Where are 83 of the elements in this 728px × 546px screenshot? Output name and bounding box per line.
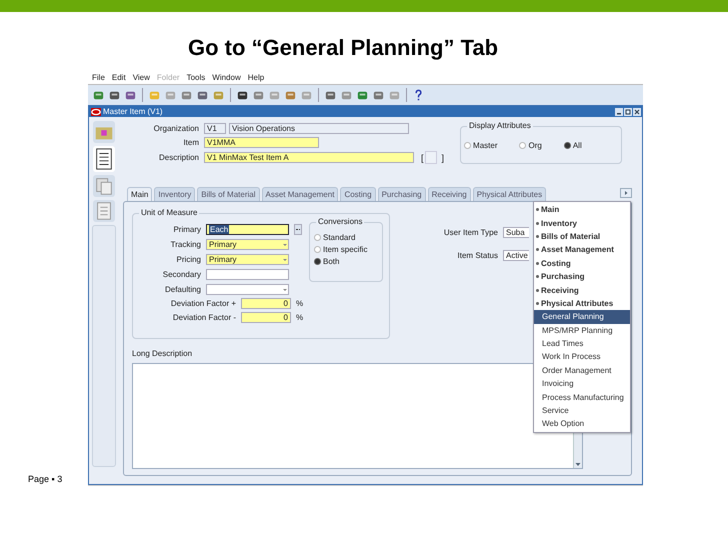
menu-item[interactable]: Inventory xyxy=(534,216,630,230)
list-icon[interactable] xyxy=(93,146,115,172)
menu-item[interactable]: Window xyxy=(212,72,241,82)
menu-item[interactable]: Bills of Material xyxy=(534,230,630,244)
uom-field[interactable] xyxy=(206,284,289,295)
slide-title: Go to “General Planning” Tab xyxy=(188,36,500,60)
tab[interactable]: Main xyxy=(127,187,152,201)
field-label: Secondary xyxy=(162,270,201,279)
unit-label: % xyxy=(296,299,304,308)
description-field[interactable]: V1 MinMax Test Item A xyxy=(204,152,414,163)
menu-item[interactable]: File xyxy=(92,72,105,82)
menu-item[interactable]: Lead Times xyxy=(534,336,630,350)
field-label: Organization xyxy=(152,124,199,133)
page-number: Page ▪ 3 xyxy=(28,474,62,484)
close-icon[interactable] xyxy=(633,108,641,116)
field-label: Item Status xyxy=(456,251,498,260)
field-label: Defaulting xyxy=(164,285,201,294)
menu-item[interactable]: Web Option xyxy=(534,417,630,431)
group-title: Unit of Measure xyxy=(139,208,200,217)
minimize-icon[interactable] xyxy=(615,108,623,116)
tab[interactable]: Physical Attributes xyxy=(472,187,546,201)
radio-option[interactable]: Standard xyxy=(314,233,382,242)
scroll-down-icon[interactable] xyxy=(574,460,582,468)
menu-item[interactable]: Tools xyxy=(186,72,206,82)
radio-option[interactable]: Master xyxy=(464,141,498,150)
deviation-field[interactable]: 0 xyxy=(241,298,291,309)
bracket: [ xyxy=(421,152,424,162)
field-label: Item xyxy=(182,138,199,147)
radio-option[interactable]: Item specific xyxy=(314,245,382,254)
radio-option[interactable]: Org xyxy=(519,141,542,150)
organization-code-field[interactable]: V1 xyxy=(204,123,226,134)
pages-icon[interactable] xyxy=(93,175,115,197)
radio-option[interactable]: Both xyxy=(314,257,382,266)
menu-item[interactable]: Service xyxy=(534,404,630,418)
field-label: User Item Type xyxy=(442,228,498,237)
field-label: Deviation Factor + xyxy=(170,299,236,308)
tab[interactable]: Costing xyxy=(340,187,376,201)
group-title: Conversions xyxy=(316,217,364,226)
menu-item[interactable]: Purchasing xyxy=(534,270,630,284)
tab[interactable]: Receiving xyxy=(428,187,471,201)
menu-item[interactable]: Work In Process xyxy=(534,350,630,364)
menu-item[interactable]: Receiving xyxy=(534,283,630,297)
bracket: ] xyxy=(442,152,444,162)
menu-item[interactable]: Process Manufacturing xyxy=(534,390,630,404)
oval-logo-icon xyxy=(91,108,101,116)
field-label: Primary xyxy=(172,225,201,234)
menu-item[interactable]: Main xyxy=(534,203,630,216)
group-title: Display Attributes xyxy=(467,121,533,130)
field-label: Tracking xyxy=(170,240,201,249)
tab[interactable]: Asset Management xyxy=(262,187,338,201)
radio-option[interactable]: All xyxy=(564,141,582,150)
menu-item[interactable]: Order Management xyxy=(534,364,630,378)
uom-field[interactable]: Primary xyxy=(206,239,289,250)
menu-item[interactable]: General Planning xyxy=(534,310,630,324)
window-title: Master Item (V1) xyxy=(103,107,163,116)
field-label: Long Description xyxy=(132,349,192,358)
uom-field[interactable] xyxy=(206,269,289,280)
menu-item[interactable]: Costing xyxy=(534,256,630,270)
menu-item[interactable]: View xyxy=(132,72,150,82)
menu-item[interactable]: Asset Management xyxy=(534,243,630,257)
deviation-field[interactable]: 0 xyxy=(241,312,291,323)
menu-item[interactable]: Edit xyxy=(112,72,126,82)
menu-item[interactable]: Help xyxy=(248,72,264,82)
menu-item[interactable]: MPS/MRP Planning xyxy=(534,324,630,337)
menu-item[interactable]: Physical Attributes xyxy=(534,296,630,310)
unit-label: % xyxy=(296,313,304,322)
field-label: Pricing xyxy=(176,255,201,264)
maximize-icon[interactable] xyxy=(624,108,632,116)
ellipsis-icon[interactable] xyxy=(294,224,302,235)
item-attribute-field[interactable]: Active xyxy=(503,250,529,261)
item-attribute-field[interactable]: Suba xyxy=(503,227,529,238)
flexfield-field[interactable] xyxy=(424,151,437,164)
uom-field[interactable]: Each xyxy=(206,224,289,235)
menu-item[interactable]: Invoicing xyxy=(534,377,630,390)
document-list-icon[interactable] xyxy=(93,200,115,222)
tab[interactable]: Purchasing xyxy=(378,187,426,201)
organization-name-field[interactable]: Vision Operations xyxy=(229,123,409,134)
tab[interactable]: Bills of Material xyxy=(197,187,260,201)
field-label: Description xyxy=(158,153,199,162)
field-label: Deviation Factor - xyxy=(172,313,236,322)
item-field[interactable]: V1MMA xyxy=(204,137,319,148)
uom-field[interactable]: Primary xyxy=(206,254,289,265)
tab[interactable]: Inventory xyxy=(154,187,196,201)
